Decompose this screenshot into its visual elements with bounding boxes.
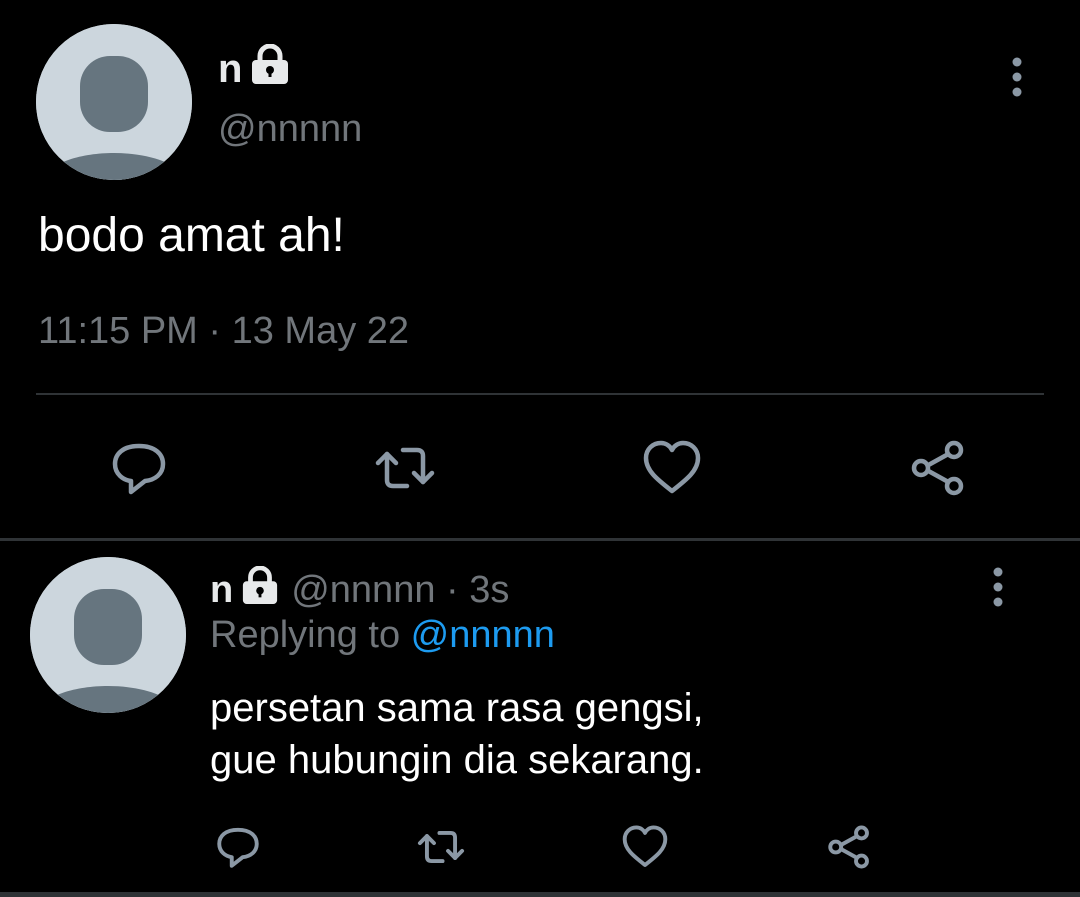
- handle-and-time[interactable]: @nnnnn · 3s: [291, 569, 509, 612]
- retweet-button[interactable]: [373, 436, 437, 500]
- share-icon: [828, 825, 869, 869]
- more-vertical-icon: [993, 567, 1003, 607]
- share-button[interactable]: [824, 822, 874, 872]
- like-icon: [622, 825, 668, 867]
- display-name[interactable]: n: [210, 569, 233, 612]
- default-avatar-icon: [36, 24, 192, 180]
- tweet-text: bodo amat ah!: [38, 209, 345, 262]
- replying-prefix: Replying to: [210, 614, 411, 656]
- display-name-text: n: [218, 46, 243, 91]
- reply-icon: [217, 827, 259, 868]
- like-button[interactable]: [620, 822, 670, 872]
- avatar[interactable]: [30, 557, 186, 713]
- like-button[interactable]: [640, 436, 704, 500]
- default-avatar-icon: [30, 557, 186, 713]
- retweet-icon: [417, 830, 465, 864]
- bottom-divider: [0, 892, 1080, 897]
- more-vertical-icon: [1012, 57, 1022, 97]
- reply-button[interactable]: [107, 436, 171, 500]
- replying-to: Replying to @nnnnn: [210, 614, 555, 657]
- lock-icon: [248, 43, 292, 94]
- divider: [36, 393, 1044, 395]
- more-options-button[interactable]: [1002, 56, 1032, 98]
- retweet-button[interactable]: [416, 822, 466, 872]
- reply-header: n @nnnnn · 3s: [210, 565, 509, 614]
- lock-icon: [239, 565, 281, 614]
- section-divider: [0, 538, 1080, 541]
- reply-button[interactable]: [213, 822, 263, 872]
- tweet-text-line: persetan sama rasa gengsi,: [210, 686, 704, 730]
- handle[interactable]: @nnnnn: [218, 108, 362, 151]
- more-options-button[interactable]: [983, 566, 1013, 608]
- tweet-text: persetan sama rasa gengsi, gue hubungin …: [210, 682, 704, 786]
- display-name[interactable]: n: [218, 43, 292, 94]
- mention-link[interactable]: @nnnnn: [411, 614, 555, 656]
- avatar[interactable]: [36, 24, 192, 180]
- reply-icon: [112, 443, 166, 495]
- tweet-timestamp[interactable]: 11:15 PM · 13 May 22: [38, 310, 409, 353]
- like-icon: [643, 440, 701, 494]
- retweet-icon: [375, 447, 435, 489]
- tweet-text-line: gue hubungin dia sekarang.: [210, 738, 704, 782]
- share-icon: [911, 440, 964, 496]
- share-button[interactable]: [906, 436, 970, 500]
